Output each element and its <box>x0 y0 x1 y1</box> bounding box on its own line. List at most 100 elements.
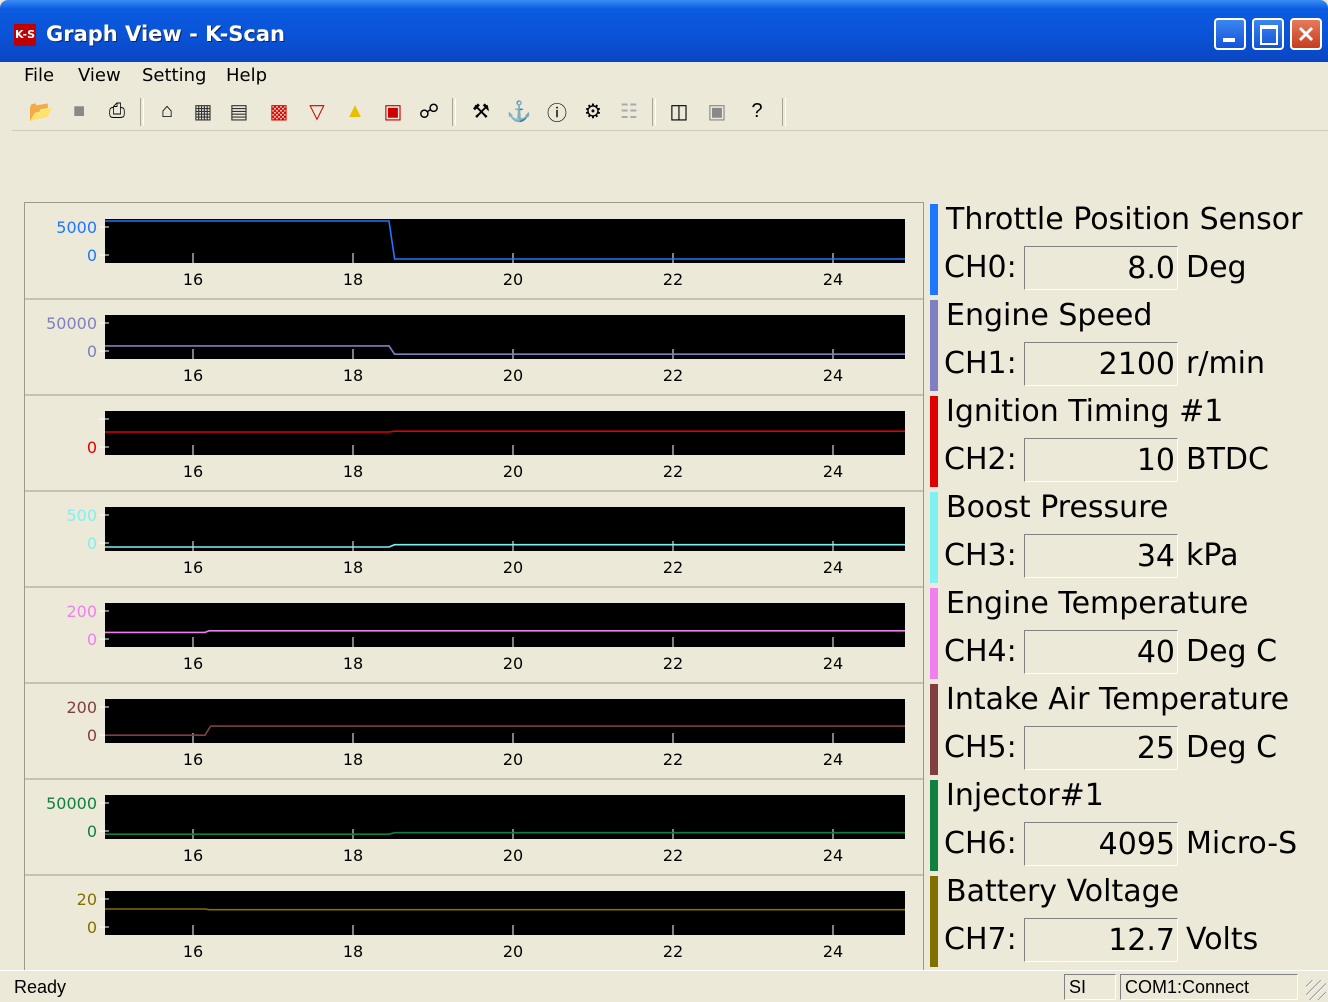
minimize-button[interactable] <box>1214 18 1246 50</box>
channel-row: Throttle Position Sensor CH0: 8.0 Deg <box>928 202 1328 297</box>
channel-unit: BTDC <box>1186 442 1269 477</box>
channel-name: Battery Voltage <box>946 874 1180 909</box>
window-title: Graph View - K-Scan <box>46 22 285 46</box>
channel-color-bar <box>930 876 938 967</box>
menu-setting[interactable]: Setting <box>142 65 206 86</box>
channel-color-bar <box>930 492 938 583</box>
channel-unit: Micro-S <box>1186 826 1298 861</box>
channel-row: Engine Temperature CH4: 40 Deg C <box>928 586 1328 681</box>
x-tick-label: 18 <box>343 366 363 385</box>
y-tick-bottom-label: 0 <box>87 438 97 457</box>
channel-color-bar <box>930 396 938 487</box>
toolbar: 📂 ■ ⎙ ⌂ ▦ ▤ ▩ ▽ ▲ ▣ ☍ ⚒ ⚓ ⓘ ⚙ ☷ ◫ ▣ ? <box>12 94 1328 131</box>
x-tick-label: 18 <box>343 270 363 289</box>
graph-plot-4 <box>105 603 905 647</box>
minimize-icon <box>1223 38 1235 42</box>
x-tick-label: 20 <box>503 750 523 769</box>
x-tick-label: 18 <box>343 558 363 577</box>
x-tick-label: 18 <box>343 750 363 769</box>
x-tick-label: 24 <box>823 462 843 481</box>
wrench-icon[interactable]: ⚒ <box>468 98 494 124</box>
x-tick-label: 20 <box>503 558 523 577</box>
graph-plot-2 <box>105 411 905 455</box>
channel-row: Ignition Timing #1 CH2: 10 BTDC <box>928 394 1328 489</box>
capture-icon[interactable]: ◫ <box>666 98 692 124</box>
bar-chart-icon[interactable]: ▩ <box>266 98 292 124</box>
graph-plot-1 <box>105 315 905 359</box>
y-tick-top-label: 200 <box>66 698 97 717</box>
list-view-icon[interactable]: ▤ <box>226 98 252 124</box>
x-tick-label: 16 <box>183 846 203 865</box>
channel-unit: Deg C <box>1186 730 1278 765</box>
x-tick-label: 16 <box>183 942 203 961</box>
x-tick-label: 20 <box>503 270 523 289</box>
x-tick-label: 20 <box>503 366 523 385</box>
menu-file[interactable]: File <box>24 65 54 86</box>
y-tick-top-label: 20 <box>77 890 97 909</box>
save-icon[interactable]: ■ <box>66 98 92 124</box>
x-tick-label: 18 <box>343 654 363 673</box>
home-icon[interactable]: ⌂ <box>154 98 180 124</box>
trace-line-ch7 <box>105 908 905 911</box>
title-bar: K-S Graph View - K-Scan <box>0 0 1328 62</box>
help-icon[interactable]: ? <box>744 98 770 124</box>
close-button[interactable] <box>1290 18 1322 50</box>
trace-line-ch2 <box>105 430 905 433</box>
y-tick-top-label: 500 <box>66 506 97 525</box>
x-tick-label: 22 <box>663 558 683 577</box>
y-tick-top-label: 200 <box>66 602 97 621</box>
warning-icon[interactable]: ▲ <box>342 98 368 124</box>
channel-id: CH0: <box>944 250 1017 285</box>
x-tick-label: 18 <box>343 846 363 865</box>
channel-id: CH4: <box>944 634 1017 669</box>
channel-value: 4095 <box>1024 822 1178 866</box>
print-icon[interactable]: ⎙ <box>104 98 130 124</box>
channel-color-bar <box>930 684 938 775</box>
maximize-icon <box>1260 25 1278 45</box>
info-icon[interactable]: ⓘ <box>544 98 570 125</box>
channel-value: 40 <box>1024 630 1178 674</box>
y-tick-top-label: 50000 <box>46 314 97 333</box>
grid-view-icon[interactable]: ▦ <box>190 98 216 124</box>
connection-status: COM1:Connect <box>1120 974 1298 1000</box>
open-icon[interactable]: 📂 <box>28 98 54 124</box>
channel-name: Throttle Position Sensor <box>946 202 1303 237</box>
graph-plot-0 <box>105 219 905 263</box>
x-tick-label: 16 <box>183 558 203 577</box>
x-tick-label: 16 <box>183 654 203 673</box>
channel-id: CH5: <box>944 730 1017 765</box>
x-tick-label: 24 <box>823 270 843 289</box>
channel-name: Intake Air Temperature <box>946 682 1290 717</box>
y-tick-bottom-label: 0 <box>87 246 97 265</box>
channel-row: Injector#1 CH6: 4095 Micro-S <box>928 778 1328 873</box>
x-tick-label: 24 <box>823 654 843 673</box>
graph-plot-7 <box>105 891 905 935</box>
x-tick-label: 22 <box>663 846 683 865</box>
report-icon[interactable]: ▣ <box>380 98 406 124</box>
x-tick-label: 24 <box>823 846 843 865</box>
preview-icon[interactable]: ☍ <box>416 98 442 124</box>
x-tick-label: 22 <box>663 942 683 961</box>
channel-unit: kPa <box>1186 538 1239 573</box>
menu-help[interactable]: Help <box>226 65 267 86</box>
x-tick-label: 24 <box>823 750 843 769</box>
resize-grip[interactable] <box>1306 980 1326 1000</box>
y-tick-bottom-label: 0 <box>87 534 97 553</box>
channel-color-bar <box>930 204 938 295</box>
x-tick-label: 20 <box>503 654 523 673</box>
menu-view[interactable]: View <box>78 65 121 86</box>
channel-value: 34 <box>1024 534 1178 578</box>
maximize-button[interactable] <box>1252 18 1284 50</box>
toolbar-separator <box>140 98 144 126</box>
window-icon[interactable]: ▣ <box>704 98 730 124</box>
filter-icon[interactable]: ▽ <box>304 98 330 124</box>
channel-unit: Volts <box>1186 922 1259 957</box>
channel-color-bar <box>930 300 938 391</box>
app-icon: K-S <box>14 24 36 46</box>
config-icon[interactable]: ⚙ <box>580 98 606 124</box>
channel-row: Intake Air Temperature CH5: 25 Deg C <box>928 682 1328 777</box>
channel-id: CH3: <box>944 538 1017 573</box>
y-tick-bottom-label: 0 <box>87 822 97 841</box>
units-indicator: SI <box>1064 974 1116 1000</box>
graph-plot-5 <box>105 699 905 743</box>
